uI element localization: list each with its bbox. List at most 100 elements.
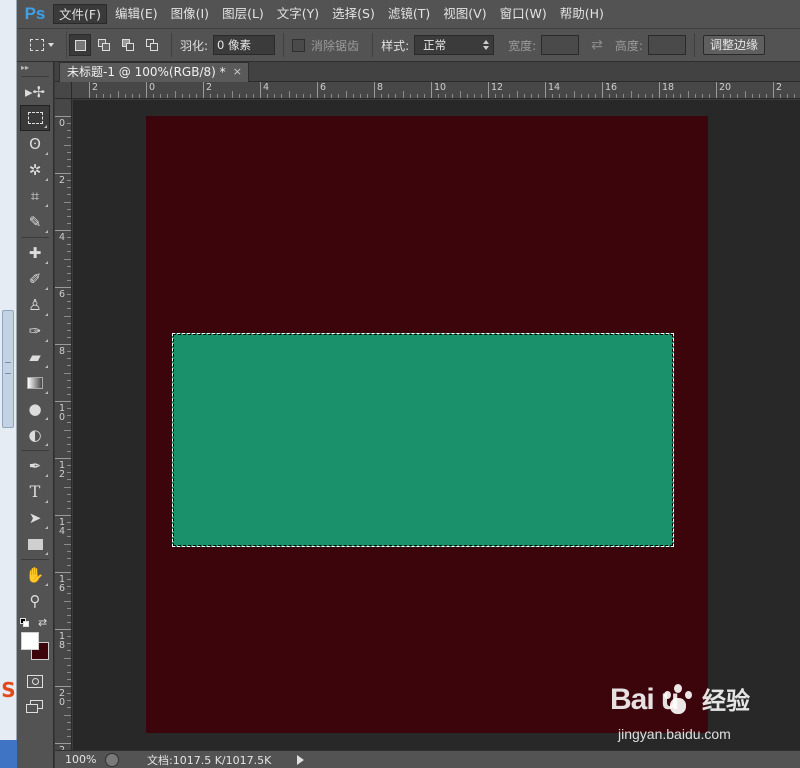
ruler-minor-tick <box>67 208 71 210</box>
ruler-minor-tick <box>274 94 276 98</box>
ruler-minor-tick <box>552 94 554 98</box>
swap-colors-icon[interactable]: ⇄ <box>38 616 47 629</box>
ruler-minor-tick <box>445 94 447 98</box>
path-selection-tool[interactable]: ➤ <box>20 505 50 531</box>
ruler-minor-tick <box>67 507 71 509</box>
ruler-minor-tick <box>459 91 461 98</box>
ruler-minor-tick <box>573 91 575 98</box>
zoom-level-field[interactable]: 100% <box>55 753 105 766</box>
new-selection-button[interactable] <box>69 34 91 56</box>
status-info-icon[interactable] <box>105 752 119 767</box>
rectangle-icon <box>27 538 43 550</box>
lasso-tool[interactable]: ʘ <box>20 131 50 157</box>
ruler-minor-tick <box>64 372 71 374</box>
ruler-minor-tick <box>594 94 596 98</box>
marquee-tool[interactable] <box>20 105 50 131</box>
ruler-minor-tick <box>295 94 297 98</box>
menu-edit[interactable]: 编辑(E) <box>110 4 163 24</box>
ruler-major-tick <box>146 82 147 98</box>
brush-tool[interactable]: ✐ <box>20 266 50 292</box>
status-menu-arrow-icon[interactable] <box>297 754 304 765</box>
subtract-selection-icon <box>121 38 135 52</box>
ruler-minor-tick <box>110 94 112 98</box>
ruler-minor-tick <box>744 91 746 98</box>
intersect-selection-button[interactable] <box>141 34 163 56</box>
refine-edge-button[interactable]: 调整边缘 <box>702 35 765 55</box>
magic-wand-tool[interactable]: ✲ <box>20 157 50 183</box>
dodge-tool[interactable]: ◐ <box>20 422 50 448</box>
ruler-minor-tick <box>67 301 71 303</box>
ruler-minor-tick <box>331 94 333 98</box>
eyedropper-tool[interactable]: ✎ <box>20 209 50 235</box>
close-icon[interactable]: × <box>233 63 242 81</box>
quick-mask-button[interactable] <box>20 668 50 694</box>
ruler-minor-tick <box>67 130 71 132</box>
menu-image[interactable]: 图像(I) <box>166 4 214 24</box>
foreground-color-swatch[interactable] <box>21 632 39 650</box>
gradient-tool[interactable] <box>20 370 50 396</box>
ruler-minor-tick <box>64 201 71 203</box>
menu-select[interactable]: 选择(S) <box>327 4 380 24</box>
antialias-checkbox[interactable] <box>292 38 306 52</box>
move-tool[interactable]: ▸✢ <box>20 79 50 105</box>
ruler-major-tick <box>773 82 774 98</box>
menu-layer[interactable]: 图层(L) <box>217 4 269 24</box>
eraser-tool[interactable]: ▰ <box>20 344 50 370</box>
type-tool[interactable]: T <box>20 479 50 505</box>
feather-input[interactable]: 0 像素 <box>213 35 276 55</box>
menu-filter[interactable]: 滤镜(T) <box>383 4 435 24</box>
rectangle-tool[interactable] <box>20 531 50 557</box>
ruler-origin[interactable] <box>55 82 72 99</box>
style-select[interactable]: 正常 <box>414 35 495 55</box>
ruler-major-tick <box>89 82 90 98</box>
default-colors-icon[interactable] <box>20 618 29 627</box>
ruler-minor-tick <box>67 472 71 474</box>
ruler-major-tick <box>659 82 660 98</box>
ruler-minor-tick <box>67 728 71 730</box>
ruler-minor-tick <box>64 543 71 545</box>
menu-view[interactable]: 视图(V) <box>438 4 491 24</box>
ruler-tick-label: 2 <box>92 82 99 93</box>
ruler-minor-tick <box>637 94 639 98</box>
ruler-tick-label: 8 <box>377 82 384 93</box>
vertical-ruler[interactable]: 024681012141618202 <box>55 99 72 750</box>
ruler-minor-tick <box>67 593 71 595</box>
document-tab[interactable]: 未标题-1 @ 100%(RGB/8) * × <box>59 62 249 82</box>
history-brush-tool[interactable]: ✑ <box>20 318 50 344</box>
crop-tool[interactable]: ⌗ <box>20 183 50 209</box>
blur-tool[interactable]: ● <box>20 396 50 422</box>
width-input[interactable] <box>541 35 580 55</box>
menu-file[interactable]: 文件(F) <box>53 4 107 24</box>
healing-brush-tool[interactable]: ✚ <box>20 240 50 266</box>
swap-width-height-icon[interactable]: ⇄ <box>591 37 603 53</box>
height-input[interactable] <box>647 35 686 55</box>
menu-window[interactable]: 窗口(W) <box>495 4 552 24</box>
horizontal-ruler[interactable]: 2 0 2 4 6 8 10 12 14 16 18 20 2 <box>72 82 800 99</box>
tool-preset-picker[interactable] <box>17 31 67 59</box>
ruler-major-tick <box>374 82 375 98</box>
screen-mode-button[interactable] <box>20 694 50 720</box>
menu-type[interactable]: 文字(Y) <box>272 4 324 24</box>
ruler-minor-tick <box>67 564 71 566</box>
collapse-panel-icon[interactable]: ▸▸ <box>17 62 53 74</box>
ruler-minor-tick <box>67 436 71 438</box>
zoom-tool[interactable]: ⚲ <box>20 588 50 614</box>
add-selection-icon <box>97 38 111 52</box>
clone-stamp-tool[interactable]: ♙ <box>20 292 50 318</box>
ruler-minor-tick <box>302 94 304 98</box>
hand-tool[interactable]: ✋ <box>20 562 50 588</box>
menu-bar: Ps 文件(F) 编辑(E) 图像(I) 图层(L) 文字(Y) 选择(S) 滤… <box>17 0 800 28</box>
pen-tool[interactable]: ✒ <box>20 453 50 479</box>
rectangular-selection[interactable] <box>172 333 674 547</box>
ruler-minor-tick <box>794 94 796 98</box>
ruler-minor-tick <box>67 443 71 445</box>
ruler-minor-tick <box>67 450 71 452</box>
ruler-tick-label: 2 <box>206 82 213 93</box>
subtract-from-selection-button[interactable] <box>117 34 139 56</box>
ruler-minor-tick <box>67 194 71 196</box>
style-label: 样式: <box>381 38 410 53</box>
ruler-tick-label: 0 <box>58 118 66 129</box>
ruler-minor-tick <box>395 94 397 98</box>
add-to-selection-button[interactable] <box>93 34 115 56</box>
menu-help[interactable]: 帮助(H) <box>555 4 609 24</box>
